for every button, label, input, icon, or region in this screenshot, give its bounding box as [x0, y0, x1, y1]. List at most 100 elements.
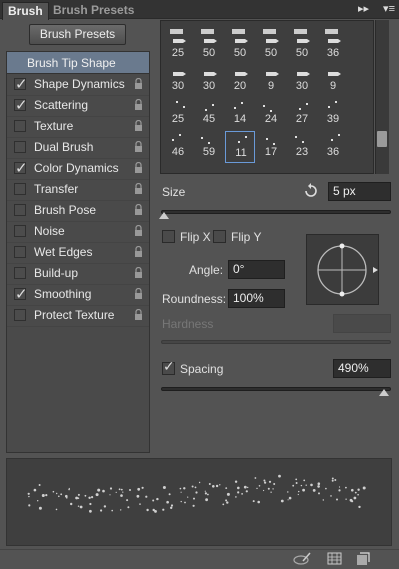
reset-size-icon[interactable] — [303, 183, 319, 199]
lock-icon[interactable] — [134, 288, 143, 299]
toggle-live-tip-preview-icon[interactable] — [293, 552, 311, 566]
sidebar-item-shape-dynamics[interactable]: Shape Dynamics — [7, 74, 149, 96]
brush-tip-cell[interactable]: 9 — [318, 65, 348, 97]
sidebar-item-smoothing[interactable]: Smoothing — [7, 284, 149, 306]
sidebar-checkbox[interactable] — [14, 75, 28, 93]
brush-size-label: 17 — [264, 146, 278, 158]
brush-tip-cell[interactable]: 36 — [318, 131, 348, 163]
brush-tip-cell[interactable]: 45 — [194, 98, 224, 130]
spacing-slider-track[interactable] — [161, 387, 391, 391]
brush-tip-cell[interactable]: 11 — [225, 131, 255, 163]
brush-tip-cell[interactable]: 50 — [225, 32, 255, 64]
sidebar-checkbox[interactable] — [14, 285, 28, 303]
collapse-panel-icon[interactable]: ▸▸ — [358, 2, 369, 15]
brush-tip-icon — [266, 138, 275, 145]
brush-tip-cell[interactable]: 14 — [225, 98, 255, 130]
brush-tip-icon — [173, 39, 186, 43]
sidebar-checkbox[interactable] — [14, 141, 26, 153]
sidebar-checkbox[interactable] — [14, 183, 26, 195]
brush-grid-scroll-thumb[interactable] — [377, 131, 387, 147]
flip-y-checkbox[interactable] — [213, 230, 226, 243]
brush-tip-cell[interactable]: 30 — [194, 65, 224, 97]
angle-field[interactable]: 0° — [228, 260, 285, 279]
brush-size-label: 30 — [171, 80, 185, 92]
brush-tip-cell[interactable]: 24 — [256, 98, 286, 130]
size-slider-track[interactable] — [161, 210, 391, 214]
sidebar-item-transfer[interactable]: Transfer — [7, 179, 149, 201]
sidebar-item-wet-edges[interactable]: Wet Edges — [7, 242, 149, 264]
lock-icon[interactable] — [134, 204, 143, 215]
lock-icon[interactable] — [134, 120, 143, 131]
brush-tip-cell[interactable]: 23 — [287, 131, 317, 163]
brush-tip-cell[interactable]: 39 — [318, 98, 348, 130]
sidebar-item-color-dynamics[interactable]: Color Dynamics — [7, 158, 149, 180]
sidebar-checkbox[interactable] — [14, 309, 26, 321]
tab-brush[interactable]: Brush — [2, 2, 49, 20]
brush-tip-cell[interactable]: 20 — [225, 65, 255, 97]
brush-tip-cell[interactable]: 27 — [287, 98, 317, 130]
brush-tip-cell[interactable]: 9 — [256, 65, 286, 97]
brush-size-label: 24 — [264, 113, 278, 125]
spacing-field[interactable]: 490% — [333, 359, 391, 378]
spacing-checkbox[interactable] — [162, 359, 175, 375]
sidebar-item-scattering[interactable]: Scattering — [7, 95, 149, 117]
flip-x-checkbox[interactable] — [162, 230, 175, 243]
brush-tip-cell[interactable]: 50 — [194, 32, 224, 64]
brush-tip-cell[interactable]: 36 — [318, 32, 348, 64]
sidebar-item-protect-texture[interactable]: Protect Texture — [7, 305, 149, 327]
sidebar-checkbox[interactable] — [14, 159, 28, 177]
hardness-label: Hardness — [162, 317, 214, 331]
spacing-slider-thumb[interactable] — [379, 389, 390, 396]
brush-size-label: 14 — [233, 113, 247, 125]
lock-icon[interactable] — [134, 267, 143, 278]
brush-tip-icon — [297, 72, 310, 76]
lock-icon[interactable] — [134, 99, 143, 110]
brush-tip-icon — [204, 72, 217, 76]
create-new-brush-icon[interactable] — [356, 552, 370, 566]
brush-tip-cell[interactable]: 50 — [287, 32, 317, 64]
brush-tip-icon — [328, 39, 341, 43]
lock-icon[interactable] — [134, 246, 143, 257]
lock-icon[interactable] — [134, 141, 143, 152]
sidebar-checkbox[interactable] — [14, 225, 26, 237]
sidebar-item-dual-brush[interactable]: Dual Brush — [7, 137, 149, 159]
sidebar-checkbox[interactable] — [14, 96, 28, 114]
sidebar-checkbox[interactable] — [14, 267, 26, 279]
lock-icon[interactable] — [134, 309, 143, 320]
lock-icon[interactable] — [134, 225, 143, 236]
brush-size-label: 9 — [267, 80, 275, 92]
brush-size-label: 23 — [295, 146, 309, 158]
brush-tip-cell[interactable]: 30 — [287, 65, 317, 97]
lock-icon[interactable] — [134, 162, 143, 173]
sidebar-checkbox[interactable] — [14, 246, 26, 258]
sidebar-checkbox[interactable] — [14, 204, 26, 216]
lock-icon[interactable] — [134, 183, 143, 194]
brush-tip-cell[interactable]: 17 — [256, 131, 286, 163]
sidebar-item-build-up[interactable]: Build-up — [7, 263, 149, 285]
brush-tip-icon — [299, 103, 308, 110]
panel-menu-icon[interactable]: ▾≡ — [383, 2, 395, 15]
sidebar-checkbox[interactable] — [14, 120, 26, 132]
angle-roundness-widget[interactable] — [306, 234, 379, 305]
sidebar-item-brush-tip-shape[interactable]: Brush Tip Shape — [7, 52, 149, 74]
brush-tip-cell[interactable]: 30 — [163, 65, 193, 97]
brush-tip-cell[interactable]: 50 — [256, 32, 286, 64]
roundness-field[interactable]: 100% — [228, 289, 285, 308]
brush-presets-button[interactable]: Brush Presets — [29, 24, 126, 45]
sidebar-item-label: Wet Edges — [34, 245, 93, 259]
size-slider-thumb[interactable] — [159, 212, 170, 219]
size-field[interactable]: 5 px — [328, 182, 391, 201]
brush-tip-cell[interactable]: 25 — [163, 32, 193, 64]
lock-icon[interactable] — [134, 78, 143, 89]
brush-tip-cell[interactable]: 46 — [163, 131, 193, 163]
sidebar-item-noise[interactable]: Noise — [7, 221, 149, 243]
brush-grid-scrollbar[interactable] — [375, 20, 389, 174]
tab-brush-presets[interactable]: Brush Presets — [48, 2, 139, 19]
panel-tab-bar: Brush Brush Presets ▸▸ ▾≡ — [0, 0, 399, 20]
sidebar-item-texture[interactable]: Texture — [7, 116, 149, 138]
brush-tip-cell[interactable]: 59 — [194, 131, 224, 163]
brush-grid-icon[interactable] — [327, 552, 342, 565]
brush-tip-icon — [295, 136, 304, 143]
sidebar-item-brush-pose[interactable]: Brush Pose — [7, 200, 149, 222]
brush-tip-cell[interactable]: 25 — [163, 98, 193, 130]
